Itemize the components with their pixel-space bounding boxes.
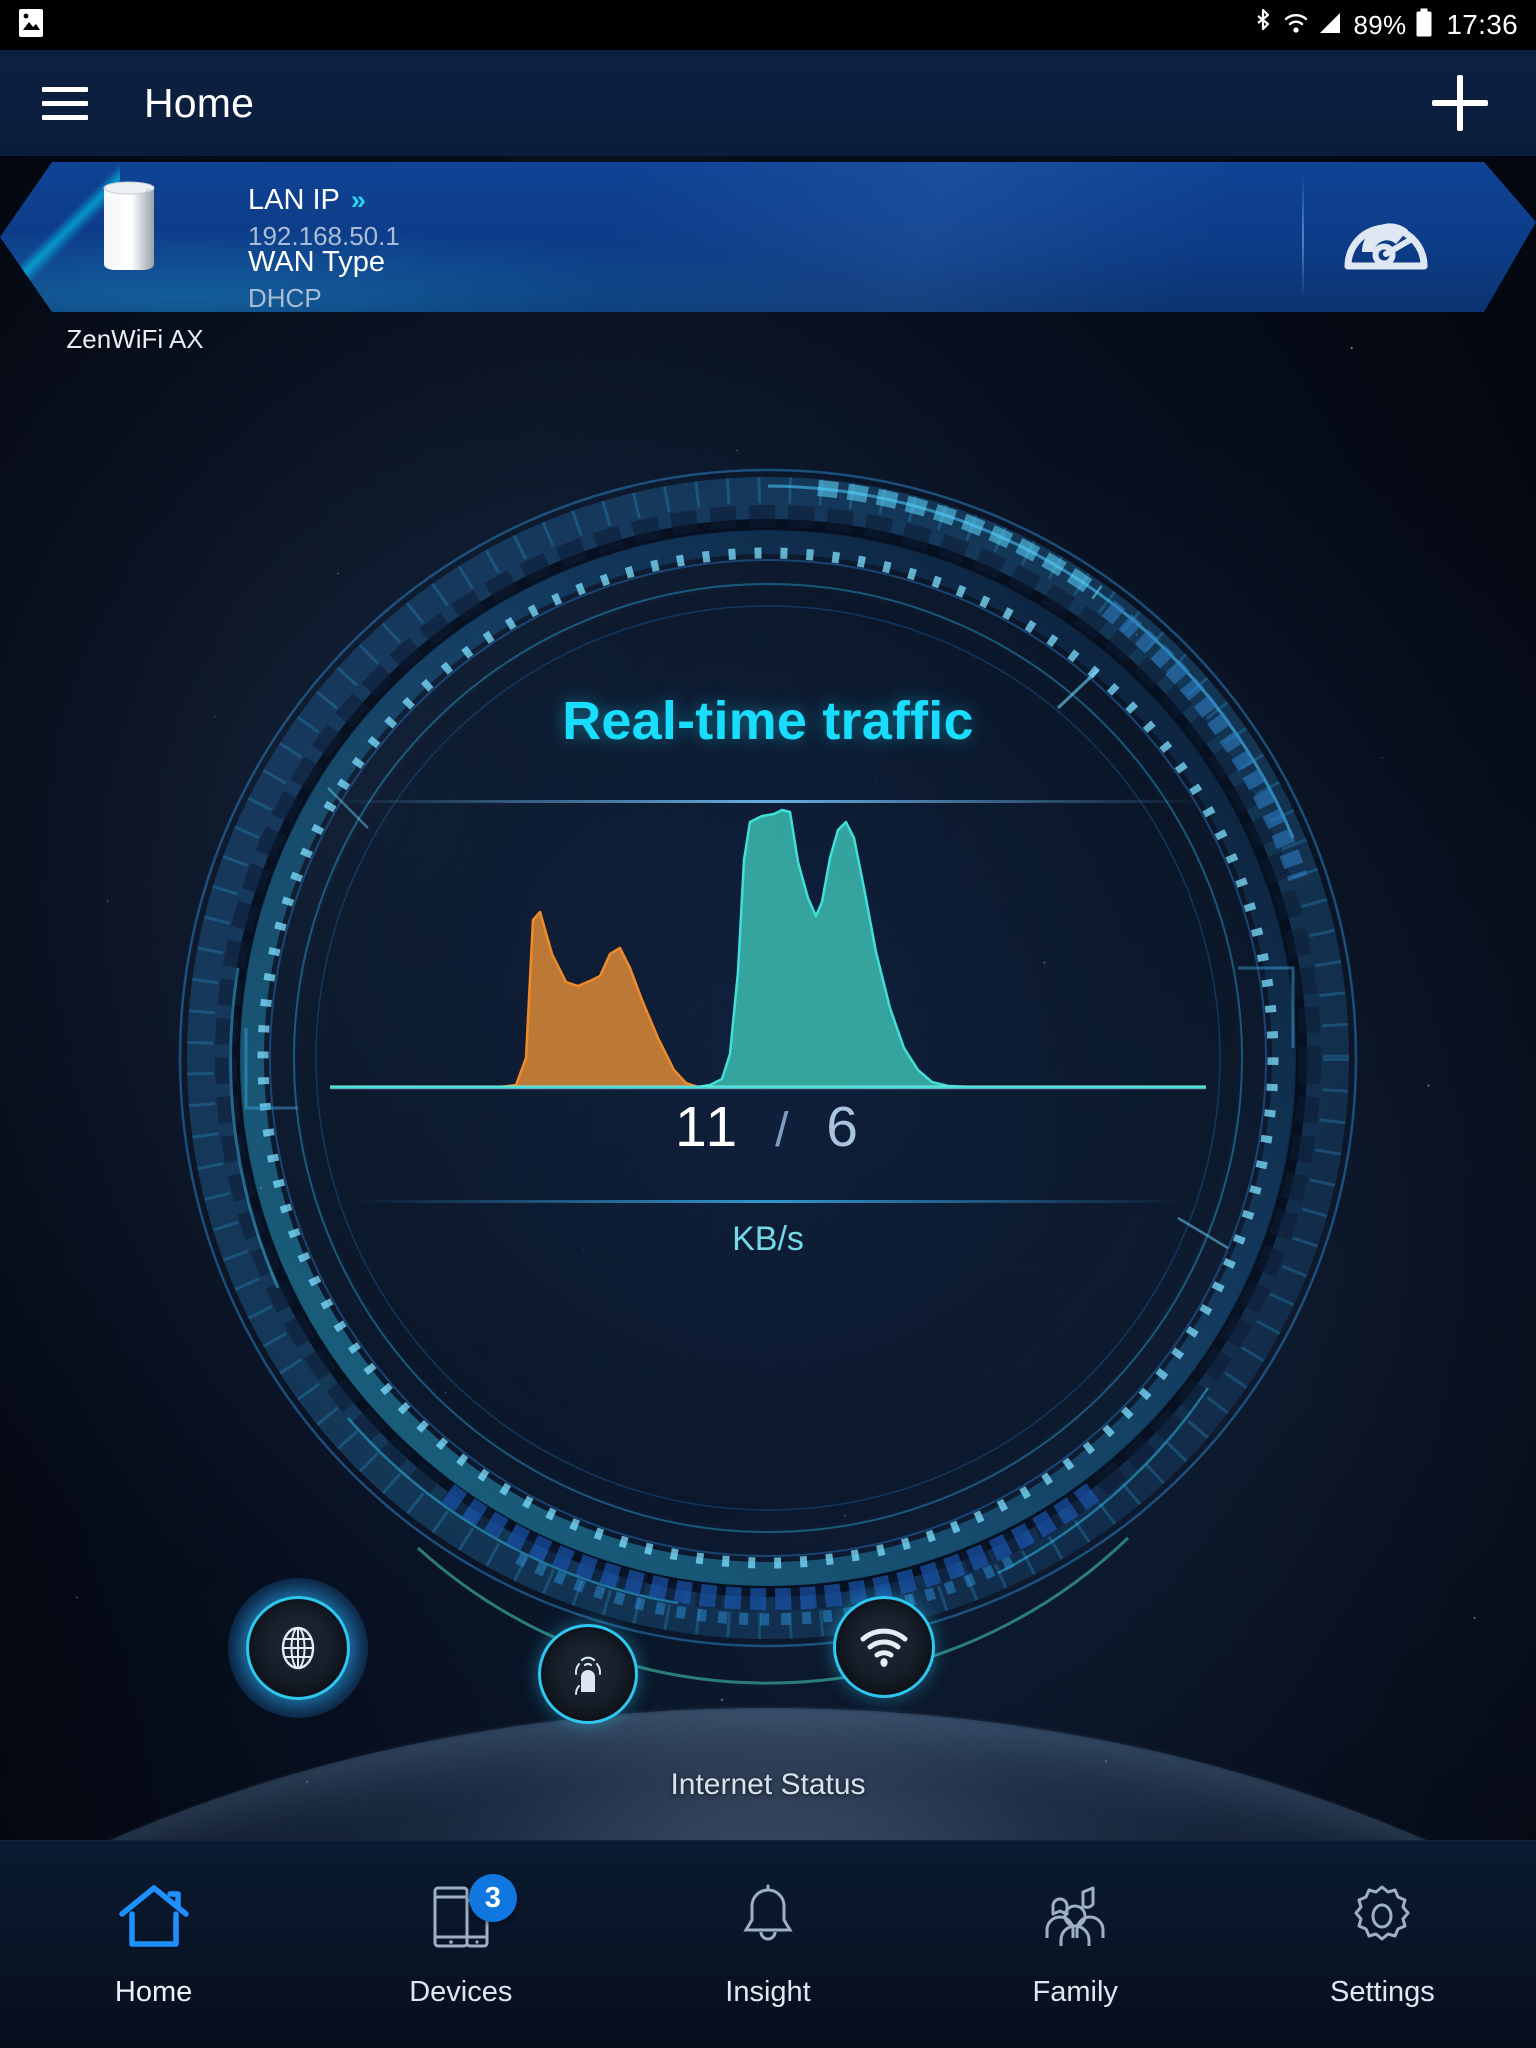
battery-percent-label: 89% bbox=[1353, 9, 1407, 40]
download-value: 6 bbox=[826, 1095, 861, 1159]
globe-icon bbox=[281, 1626, 315, 1670]
lan-ip-label: LAN IP bbox=[248, 184, 340, 216]
wifi-signal-icon bbox=[860, 1628, 908, 1667]
nav-item-family[interactable]: Family bbox=[922, 1841, 1229, 2048]
nav-label-devices: Devices bbox=[409, 1976, 513, 2008]
lan-ip-block[interactable]: LAN IP » 192.168.50.1 bbox=[248, 184, 400, 252]
router-image bbox=[92, 176, 166, 272]
wifi-icon bbox=[1283, 9, 1309, 42]
plus-icon[interactable] bbox=[1432, 75, 1488, 131]
bottom-navigation: Home 3 Devices Insight Family Settings bbox=[0, 1840, 1536, 2048]
nav-label-home: Home bbox=[114, 1976, 193, 2008]
devices-badge: 3 bbox=[468, 1874, 517, 1922]
status-bar: 89% 17:36 bbox=[0, 0, 1536, 50]
lan-ip-label-row: LAN IP » bbox=[248, 184, 400, 217]
nav-item-settings[interactable]: Settings bbox=[1229, 1841, 1536, 2048]
hamburger-menu-icon[interactable] bbox=[42, 86, 88, 120]
wan-type-value: DHCP bbox=[248, 283, 322, 313]
device-banner[interactable]: LAN IP » 192.168.50.1 WAN Type DHCP bbox=[0, 162, 1536, 314]
devices-icon: 3 bbox=[423, 1874, 517, 1954]
chart-bottom-rule bbox=[350, 1200, 1186, 1203]
cellular-signal-icon bbox=[1318, 9, 1344, 42]
device-name-label: ZenWiFi AX bbox=[66, 324, 204, 354]
traffic-values: 11 / 6 bbox=[390, 1094, 1146, 1160]
mesh-node-icon bbox=[574, 1656, 602, 1695]
nav-item-devices[interactable]: 3 Devices bbox=[307, 1841, 614, 2048]
nav-label-settings: Settings bbox=[1330, 1976, 1435, 2008]
download-area bbox=[330, 808, 1206, 1089]
gear-icon bbox=[1344, 1880, 1420, 1954]
family-icon bbox=[1037, 1880, 1113, 1954]
traffic-area-chart bbox=[330, 808, 1206, 1090]
app-header: Home bbox=[0, 50, 1536, 156]
battery-icon bbox=[1415, 8, 1433, 43]
internet-status-button[interactable] bbox=[246, 1596, 350, 1700]
nav-item-home[interactable]: Home bbox=[0, 1841, 307, 2048]
traffic-unit-label: KB/s bbox=[732, 1220, 804, 1258]
chart-title: Real-time traffic bbox=[562, 691, 974, 751]
value-separator: / bbox=[775, 1104, 792, 1157]
real-time-traffic-panel[interactable]: Real-time traffic 11 / 6 KB/s bbox=[330, 690, 1206, 1430]
nav-item-insight[interactable]: Insight bbox=[614, 1841, 921, 2048]
upload-value: 11 bbox=[675, 1095, 741, 1159]
clock-label: 17:36 bbox=[1446, 9, 1518, 40]
home-icon bbox=[116, 1880, 192, 1954]
app-root: 89% 17:36 Home LAN IP » 192.168.50.1 WAN… bbox=[0, 0, 1536, 2048]
nav-label-family: Family bbox=[1032, 1976, 1118, 2008]
banner-sheen bbox=[0, 162, 1536, 312]
banner-divider bbox=[1302, 174, 1304, 300]
page-title: Home bbox=[144, 79, 255, 126]
wan-type-block: WAN Type DHCP bbox=[248, 246, 385, 314]
nav-label-insight: Insight bbox=[725, 1976, 811, 2008]
status-bar-left bbox=[18, 8, 44, 43]
wifi-status-button[interactable] bbox=[833, 1596, 935, 1698]
bluetooth-icon bbox=[1252, 8, 1274, 43]
chevron-right-double-icon[interactable]: » bbox=[351, 185, 366, 216]
internet-status-label: Internet Status bbox=[670, 1768, 866, 1801]
mesh-node-status-button[interactable] bbox=[538, 1624, 638, 1724]
wan-type-label: WAN Type bbox=[248, 246, 385, 278]
bell-icon bbox=[730, 1880, 806, 1954]
speedometer-icon[interactable] bbox=[1340, 194, 1432, 280]
status-bar-right: 89% 17:36 bbox=[1252, 8, 1518, 43]
image-icon bbox=[18, 8, 44, 43]
